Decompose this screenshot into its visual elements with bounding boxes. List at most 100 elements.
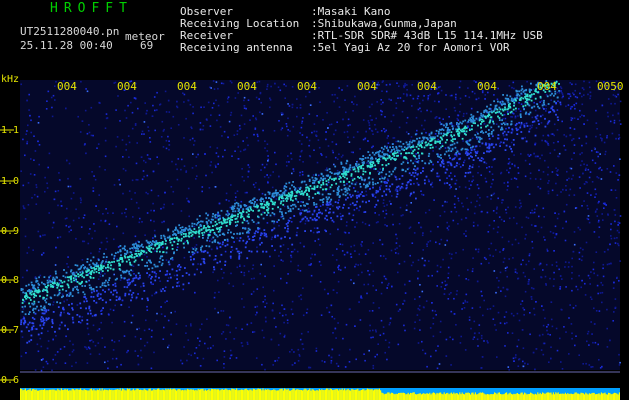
noise-dot (511, 332, 514, 334)
noise-dot (436, 270, 439, 273)
noise-dot (157, 195, 160, 197)
noise-dot (105, 259, 108, 261)
noise-dot (610, 262, 612, 265)
trace-dot (159, 257, 162, 260)
trace-dot (35, 277, 38, 280)
noise-dot (314, 240, 316, 242)
noise-dot (149, 141, 152, 143)
trace-dot (219, 228, 221, 231)
noise-dot (115, 357, 118, 360)
trace-dot (31, 328, 34, 330)
noise-dot (582, 172, 584, 175)
noise-dot (26, 142, 28, 145)
noise-dot (228, 282, 230, 285)
noise-dot (241, 176, 244, 178)
noise-dot (165, 147, 168, 150)
trace-dot (296, 227, 299, 229)
trace-dot (528, 113, 531, 116)
noise-dot (573, 243, 576, 246)
noise-dot (38, 115, 40, 118)
trace-dot (464, 119, 467, 122)
noise-dot (289, 351, 291, 353)
trace-dot (155, 240, 158, 242)
noise-dot (608, 263, 610, 265)
trace-dot (477, 157, 480, 159)
trace-dot (236, 215, 239, 218)
noise-dot (616, 276, 618, 279)
trace-dot (263, 229, 266, 231)
noise-dot (146, 109, 148, 112)
noise-dot (262, 211, 264, 214)
noise-dot (91, 315, 94, 317)
noise-dot (557, 155, 559, 158)
noise-dot (453, 125, 455, 127)
trace-dot (502, 122, 505, 124)
noise-dot (215, 99, 217, 102)
noise-dot (544, 140, 547, 142)
noise-dot (155, 273, 157, 275)
noise-dot (601, 365, 603, 368)
trace-dot (51, 322, 54, 325)
noise-dot (162, 206, 165, 209)
noise-dot (217, 311, 219, 314)
noise-dot (160, 207, 162, 210)
noise-dot (581, 205, 583, 207)
trace-dot (473, 119, 476, 122)
trace-dot (512, 139, 515, 141)
noise-dot (328, 123, 331, 126)
noise-dot (130, 321, 133, 324)
trace-dot (201, 245, 204, 248)
noise-dot (613, 119, 616, 122)
noise-dot (196, 268, 198, 271)
trace-dot (213, 268, 216, 271)
noise-dot (320, 153, 322, 155)
noise-dot (472, 338, 474, 340)
noise-dot (263, 336, 265, 339)
noise-dot (409, 94, 412, 97)
noise-dot (522, 307, 524, 309)
noise-dot (47, 340, 50, 342)
trace-dot (56, 286, 59, 289)
noise-dot (516, 345, 519, 348)
noise-dot (554, 225, 557, 228)
trace-dot (188, 235, 191, 238)
trace-dot (448, 147, 451, 150)
trace-dot (260, 232, 263, 235)
noise-dot (414, 160, 416, 162)
trace-dot (367, 165, 370, 167)
noise-dot (347, 136, 349, 139)
noise-dot (356, 160, 358, 163)
noise-dot (524, 159, 527, 162)
trace-dot (252, 239, 254, 242)
trace-dot (327, 204, 330, 206)
noise-dot (237, 146, 240, 148)
trace-dot (209, 231, 212, 233)
noise-dot (601, 284, 604, 286)
trace-dot (191, 253, 194, 256)
noise-dot (426, 109, 428, 112)
trace-dot (337, 201, 339, 204)
noise-dot (455, 93, 457, 96)
noise-dot (92, 324, 95, 327)
noise-dot (565, 105, 567, 108)
trace-dot (380, 171, 383, 174)
trace-dot (294, 189, 296, 191)
noise-dot (551, 264, 554, 266)
trace-dot (20, 330, 23, 333)
noise-dot (425, 300, 428, 302)
noise-dot (215, 81, 218, 83)
trace-dot (281, 215, 284, 218)
noise-dot (516, 312, 519, 315)
trace-dot (327, 193, 330, 195)
noise-dot (204, 153, 206, 155)
trace-dot (378, 158, 381, 160)
trace-dot (325, 180, 328, 182)
noise-dot (594, 341, 597, 344)
noise-dot (307, 331, 309, 333)
trace-dot (92, 262, 94, 265)
noise-dot (312, 174, 315, 176)
trace-dot (313, 188, 316, 191)
noise-dot (127, 135, 130, 137)
noise-dot (372, 242, 374, 244)
trace-dot (46, 294, 49, 297)
